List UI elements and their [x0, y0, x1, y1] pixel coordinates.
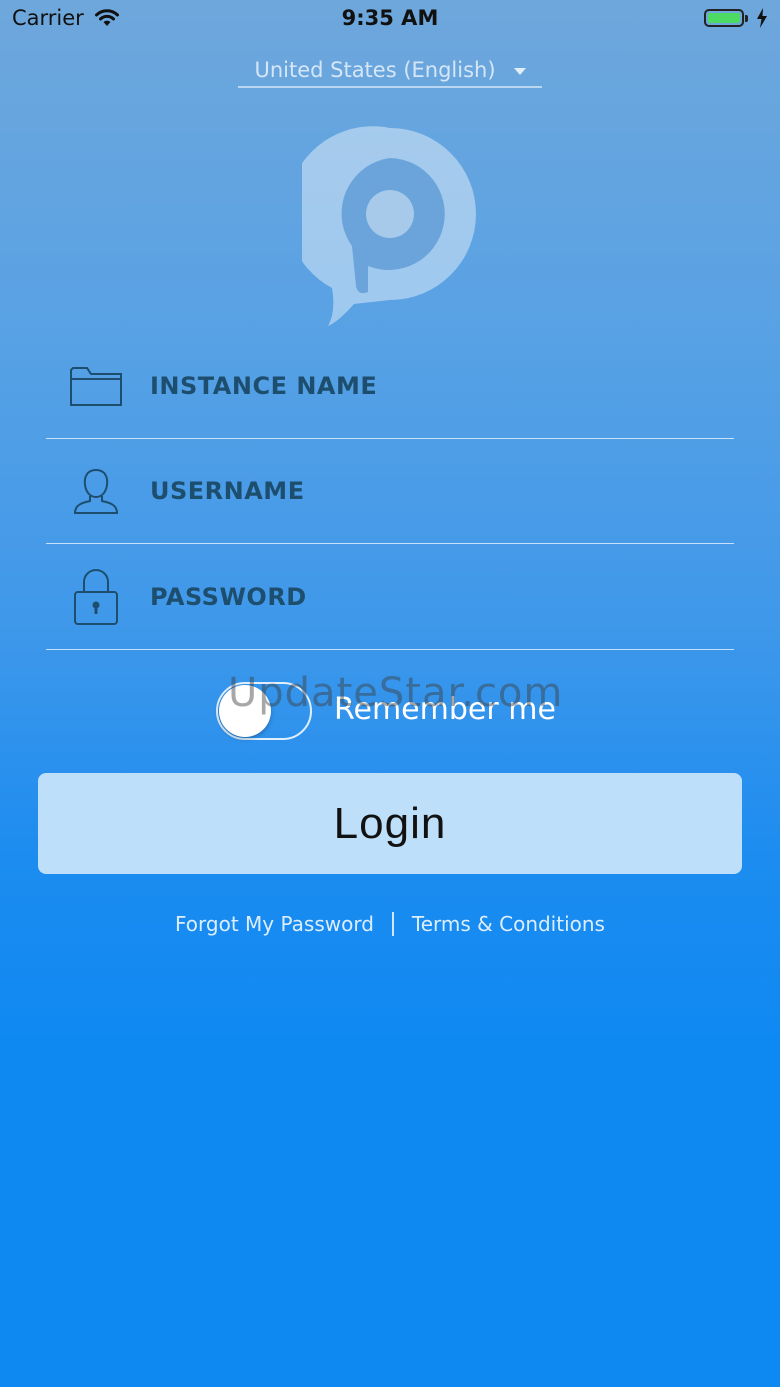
chevron-down-icon: [513, 67, 526, 75]
link-divider: [391, 912, 394, 936]
battery-icon: [704, 9, 748, 27]
password-placeholder: PASSWORD: [150, 582, 307, 611]
toggle-knob: [219, 685, 271, 737]
user-icon: [68, 463, 124, 519]
instance-name-field[interactable]: INSTANCE NAME: [46, 333, 734, 439]
remember-me-label: Remember me: [334, 692, 556, 727]
battery-indicator: [704, 8, 768, 28]
language-selected: United States (English): [254, 58, 496, 82]
app-logo-icon: [302, 126, 476, 326]
username-field[interactable]: USERNAME: [46, 438, 734, 544]
footer-links: Forgot My Password Terms & Conditions: [0, 912, 780, 936]
status-time: 9:35 AM: [341, 6, 439, 30]
language-selector[interactable]: United States (English): [238, 54, 542, 88]
remember-me-toggle[interactable]: [216, 682, 312, 740]
charging-bolt-icon: [757, 8, 767, 28]
terms-conditions-link[interactable]: Terms & Conditions: [412, 912, 605, 936]
password-field[interactable]: PASSWORD: [46, 544, 734, 650]
instance-name-placeholder: INSTANCE NAME: [150, 371, 378, 400]
lock-icon: [68, 568, 124, 625]
login-button[interactable]: Login: [38, 773, 742, 874]
folder-icon: [68, 358, 124, 414]
username-placeholder: USERNAME: [150, 476, 305, 505]
forgot-password-link[interactable]: Forgot My Password: [175, 912, 374, 936]
